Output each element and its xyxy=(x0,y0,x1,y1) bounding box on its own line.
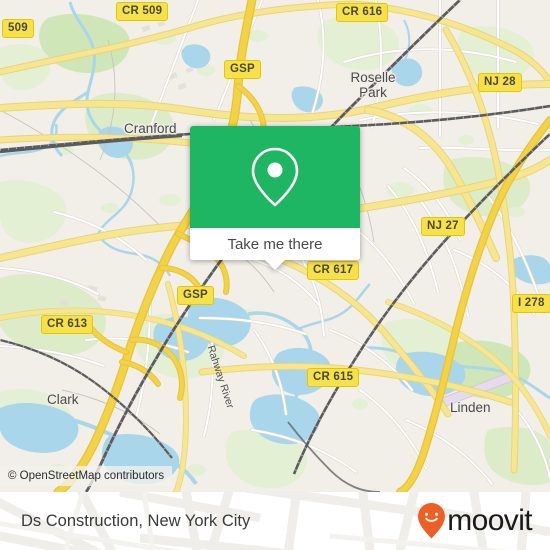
moovit-smiley-pin-icon xyxy=(418,503,446,539)
road-shield-gsp-north: GSP xyxy=(224,60,261,79)
road-shield-cr-509: CR 509 xyxy=(116,2,169,21)
popup-body: Take me there xyxy=(190,126,360,260)
moovit-brand[interactable]: moovit xyxy=(418,492,533,550)
road-shield-nj-27: NJ 27 xyxy=(421,217,465,236)
place-label-clark: Clark xyxy=(47,392,79,407)
road-shield-nj-28: NJ 28 xyxy=(478,73,522,92)
place-label-linden: Linden xyxy=(450,400,491,415)
popup-pointer xyxy=(264,259,286,270)
road-shield-gsp-south: GSP xyxy=(177,286,214,305)
road-shield-i-278: I 278 xyxy=(512,294,550,313)
road-shield-509: 509 xyxy=(2,19,34,38)
location-popup[interactable]: Take me there xyxy=(190,126,360,270)
bottom-bar: Ds Construction, New York City moovit xyxy=(0,492,550,550)
place-label-line: Park xyxy=(359,85,387,100)
place-label-roselle-park: Roselle Park xyxy=(341,70,405,100)
take-me-there-button[interactable]: Take me there xyxy=(190,228,360,260)
road-shield-cr-613: CR 613 xyxy=(41,315,94,334)
map-pin-icon xyxy=(251,147,299,207)
road-shield-cr-615: CR 615 xyxy=(307,368,360,387)
popup-image-placeholder xyxy=(190,126,360,228)
location-title: Ds Construction, New York City xyxy=(21,511,251,530)
road-shield-cr-617: CR 617 xyxy=(307,261,360,280)
place-label-cranford: Cranford xyxy=(124,121,177,136)
osm-attribution[interactable]: © OpenStreetMap contributors xyxy=(0,466,173,486)
place-label-line: Roselle xyxy=(350,70,396,85)
moovit-map-page: .wood { fill:#cfe6b8; } .wood2 { fill:#d… xyxy=(0,0,550,550)
road-shield-cr-616: CR 616 xyxy=(336,3,389,22)
moovit-wordmark: moovit xyxy=(447,504,532,537)
map-canvas[interactable]: .wood { fill:#cfe6b8; } .wood2 { fill:#d… xyxy=(0,0,550,492)
